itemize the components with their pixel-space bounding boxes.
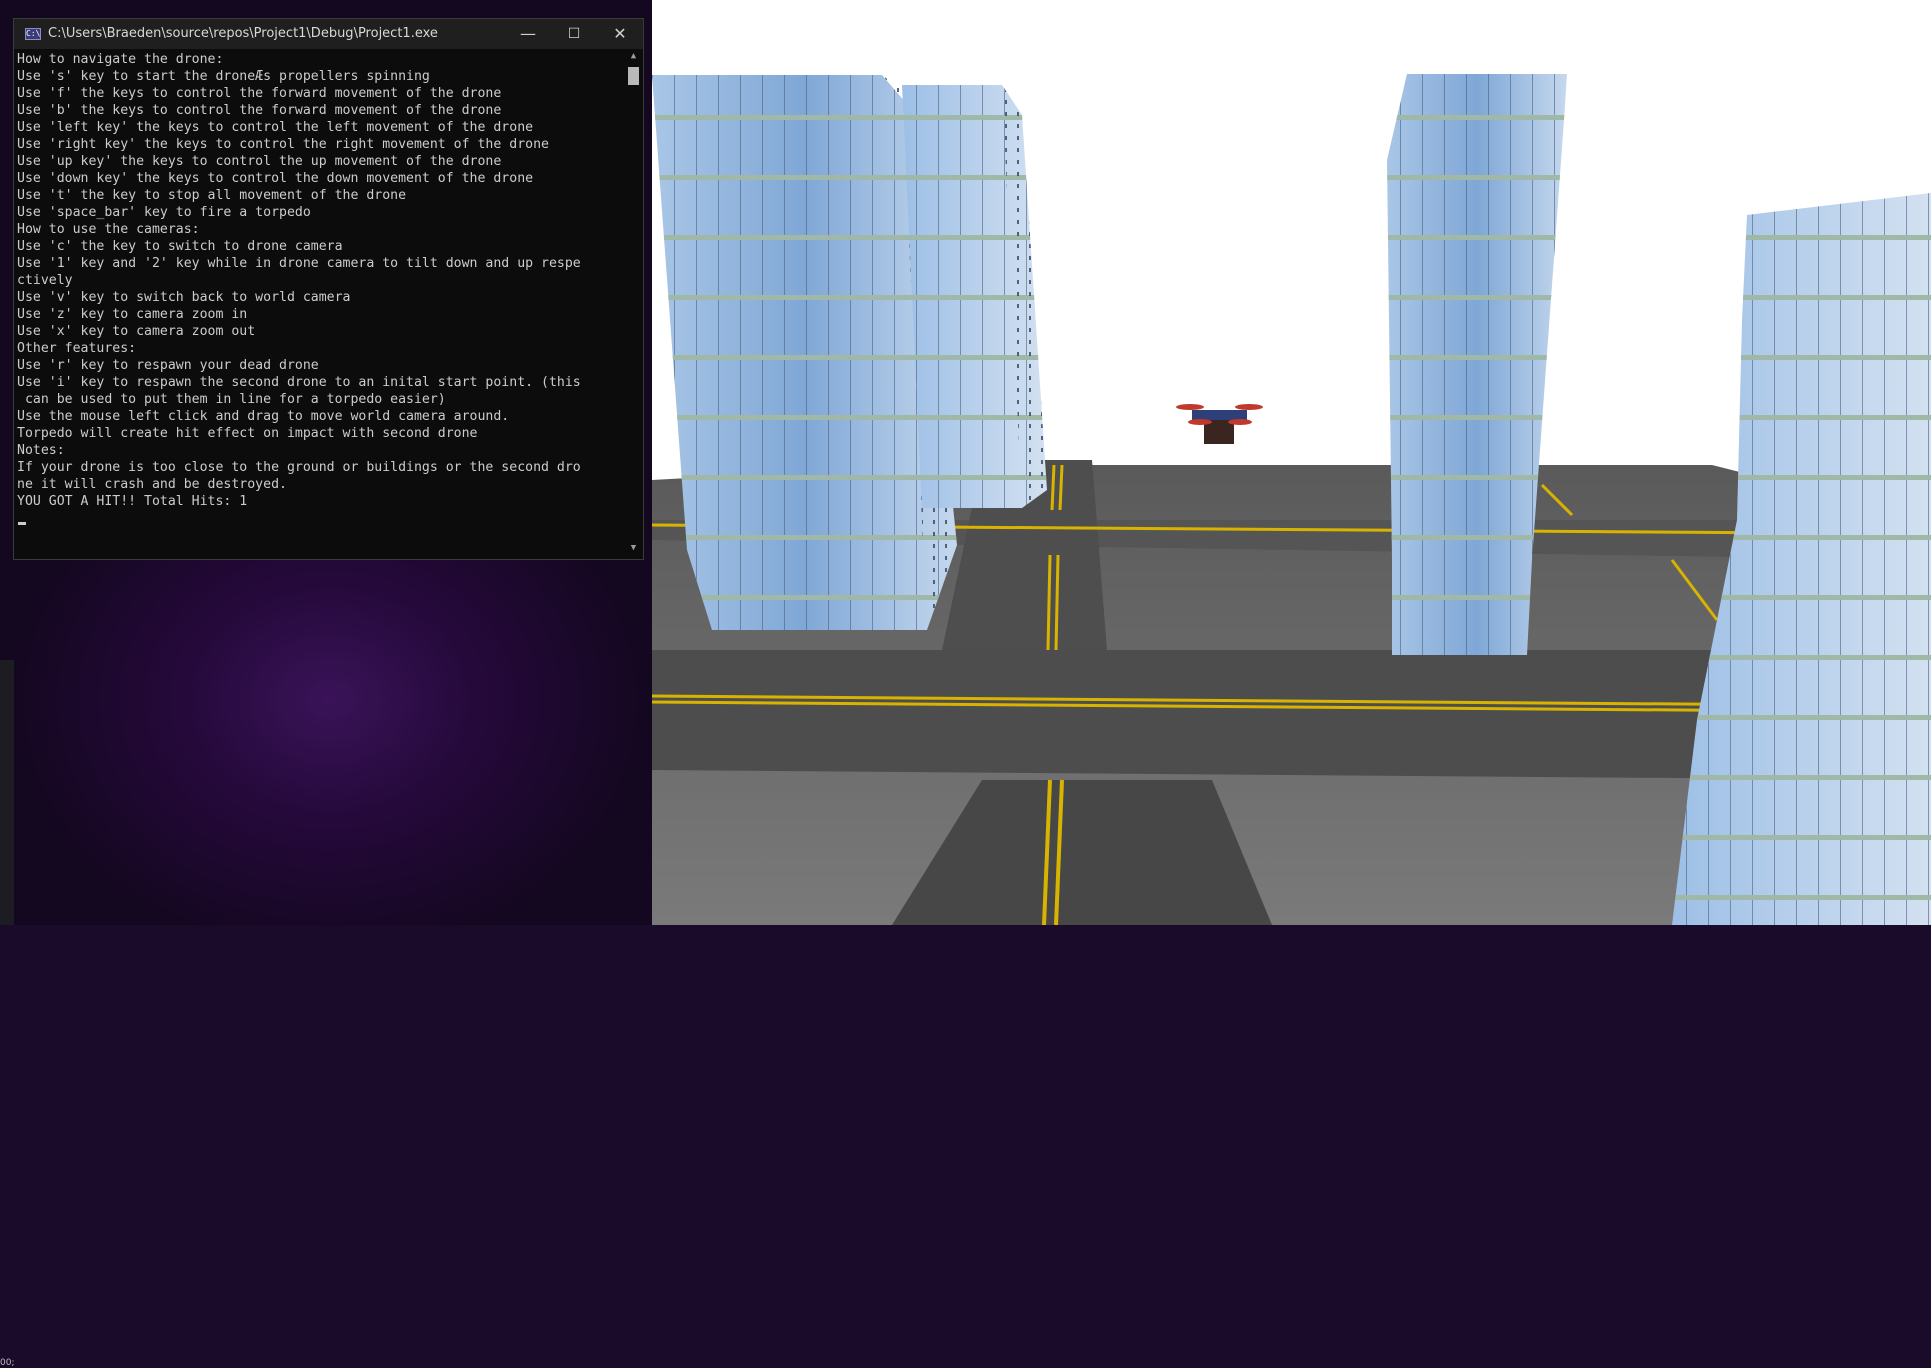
scroll-thumb[interactable] (628, 67, 639, 85)
road-line (1058, 464, 1064, 511)
background-window-text: 00; (0, 1358, 15, 1368)
console-window[interactable]: C:\ C:\Users\Braeden\source\repos\Projec… (13, 18, 644, 560)
console-line: can be used to put them in line for a to… (17, 392, 446, 407)
scroll-up-arrow-icon[interactable]: ▲ (626, 51, 641, 65)
console-line: Use 't' the key to stop all movement of … (17, 188, 407, 203)
console-line: YOU GOT A HIT!! Total Hits: 1 (17, 494, 248, 509)
opengl-scene-viewport[interactable] (652, 0, 1931, 925)
road-line (1050, 464, 1056, 511)
console-line: Use 'up key' the keys to control the up … (17, 154, 502, 169)
console-line: Use 'r' key to respawn your dead drone (17, 358, 319, 373)
console-line: Torpedo will create hit effect on impact… (17, 426, 478, 441)
console-line: Use 's' key to start the droneÆs propell… (17, 69, 430, 84)
road-line (1054, 554, 1060, 651)
scroll-down-arrow-icon[interactable]: ▼ (626, 543, 641, 557)
console-line: Use 'left key' the keys to control the l… (17, 120, 534, 135)
city-scene (652, 74, 1931, 925)
console-line: Use 'down key' the keys to control the d… (17, 171, 534, 186)
road-line (1046, 554, 1052, 651)
console-line: Use 'space_bar' key to fire a torpedo (17, 205, 311, 220)
console-line: How to use the cameras: (17, 222, 200, 237)
console-title-bar[interactable]: C:\ C:\Users\Braeden\source\repos\Projec… (14, 19, 643, 49)
console-app-icon: C:\ (25, 28, 41, 40)
console-line: Notes: (17, 443, 65, 458)
console-line: ne it will crash and be destroyed. (17, 477, 287, 492)
console-line: If your drone is too close to the ground… (17, 460, 581, 475)
close-button[interactable]: ✕ (597, 19, 643, 49)
console-line: Use 'i' key to respawn the second drone … (17, 375, 581, 390)
console-output[interactable]: How to navigate the drone: Use 's' key to… (17, 51, 623, 551)
console-line: Use the mouse left click and drag to mov… (17, 409, 510, 424)
maximize-button[interactable]: ☐ (551, 19, 597, 49)
console-line: Use 'v' key to switch back to world came… (17, 290, 351, 305)
drone (1176, 404, 1263, 444)
console-line: Use 'z' key to camera zoom in (17, 307, 248, 322)
console-line: Use 'f' the keys to control the forward … (17, 86, 502, 101)
console-line: Use 'x' key to camera zoom out (17, 324, 256, 339)
console-line: Other features: (17, 341, 137, 356)
text-cursor (18, 522, 26, 525)
console-line: How to navigate the drone: (17, 52, 224, 67)
background-window-edge: 00; (0, 660, 14, 1368)
console-line: Use 'b' the keys to control the forward … (17, 103, 502, 118)
console-window-title: C:\Users\Braeden\source\repos\Project1\D… (48, 26, 438, 41)
console-line: Use '1' key and '2' key while in drone c… (17, 256, 581, 271)
console-line: Use 'c' the key to switch to drone camer… (17, 239, 343, 254)
minimize-button[interactable]: — (505, 19, 551, 49)
console-scrollbar[interactable]: ▲ ▼ (626, 51, 641, 557)
console-line: Use 'right key' the keys to control the … (17, 137, 549, 152)
console-line: ctively (17, 273, 73, 288)
